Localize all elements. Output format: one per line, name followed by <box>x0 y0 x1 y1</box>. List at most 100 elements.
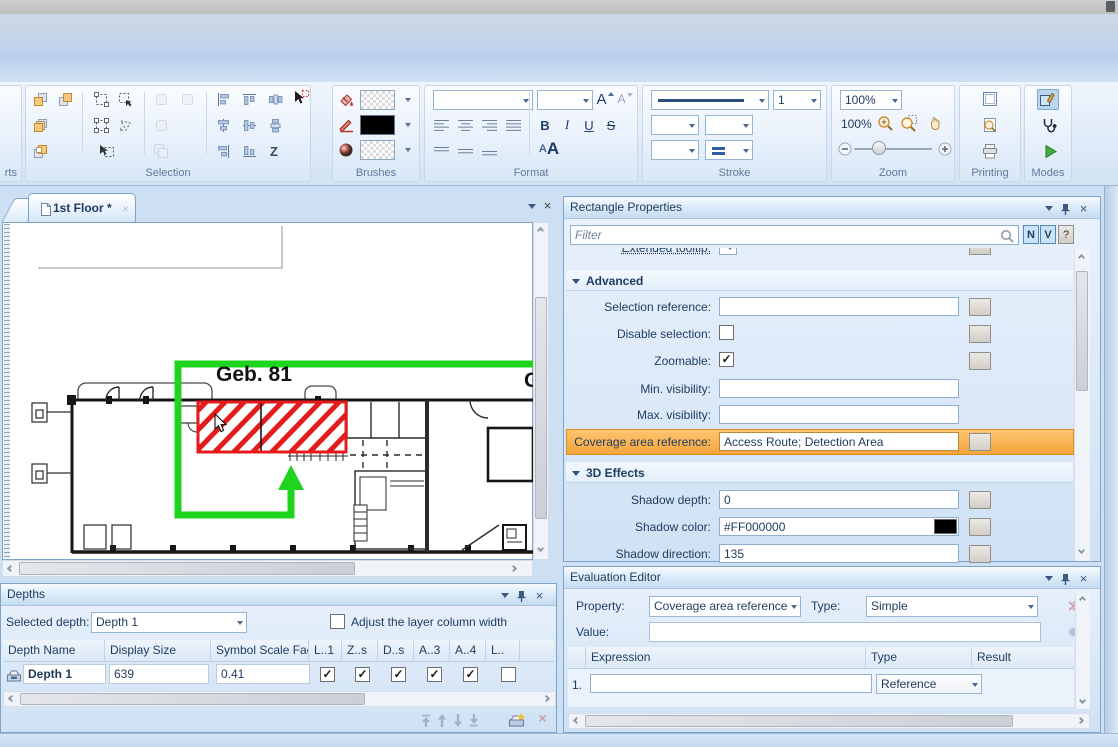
column-header[interactable]: A..3 <box>414 640 450 662</box>
column-header[interactable]: Result <box>972 647 1074 669</box>
shadow-brush-icon[interactable] <box>337 141 355 159</box>
column-header[interactable]: L..1 <box>309 640 342 662</box>
column-header[interactable]: Symbol Scale Factor <box>211 640 309 662</box>
depth-table-row[interactable]: Depth 1 639 0.41 ✓ ✓ ✓ ✓ ✓ <box>3 664 556 686</box>
shadow-direction-input[interactable] <box>719 544 959 563</box>
shadow-color-input[interactable] <box>719 517 959 536</box>
coverage-area-reference-input[interactable] <box>719 432 959 451</box>
scroll-left-icon[interactable] <box>574 718 581 725</box>
panel-menu-icon[interactable] <box>1041 571 1056 586</box>
section-3d-effects[interactable]: 3D Effects <box>566 462 1073 483</box>
column-header[interactable]: Z..s <box>342 640 378 662</box>
align-text-bottom-icon[interactable] <box>481 142 499 160</box>
close-icon[interactable]: × <box>532 588 547 603</box>
scroll-down-icon[interactable] <box>1080 698 1087 705</box>
bold-button[interactable]: B <box>535 116 555 134</box>
grow-font-icon[interactable]: A <box>595 90 615 108</box>
property-edit-button[interactable] <box>969 491 991 509</box>
print-preview-icon[interactable] <box>981 116 999 134</box>
zoom-level-combo[interactable]: 100% <box>840 90 902 110</box>
stroke-start-cap-combo[interactable] <box>651 115 699 135</box>
add-depth-icon[interactable] <box>507 711 525 729</box>
tab-1st-floor[interactable]: 1st Floor * × <box>28 193 136 222</box>
align-bottom-icon[interactable] <box>240 142 258 160</box>
canvas-hscrollbar-thumb[interactable] <box>19 562 355 575</box>
zoom-in-icon[interactable] <box>876 114 894 132</box>
close-icon[interactable]: × <box>1076 571 1091 586</box>
pan-hand-icon[interactable] <box>926 114 944 132</box>
line-brush-dropdown-icon[interactable] <box>399 117 417 135</box>
tab-close-icon[interactable]: × <box>118 201 133 216</box>
regroup-icon[interactable] <box>152 116 170 134</box>
scroll-left-icon[interactable] <box>9 696 16 703</box>
fill-brush-icon[interactable] <box>337 91 355 109</box>
align-text-top-icon[interactable] <box>433 142 451 160</box>
evaluation-vscrollbar[interactable] <box>1075 593 1090 709</box>
align-center-vertical-icon[interactable] <box>214 116 232 134</box>
bring-forward-icon[interactable] <box>31 116 49 134</box>
zoom-slider-thumb[interactable] <box>872 141 886 155</box>
scroll-up-icon[interactable] <box>538 228 545 235</box>
distribute-vertical-icon[interactable] <box>266 116 284 134</box>
design-mode-button[interactable] <box>1037 89 1059 110</box>
bring-to-front-icon[interactable] <box>31 90 49 108</box>
column-header[interactable]: D..s <box>378 640 414 662</box>
type-selector-combo[interactable]: Simple <box>866 596 1038 617</box>
column-header[interactable]: Type <box>866 647 972 669</box>
align-text-center-icon[interactable] <box>457 116 475 134</box>
column-header[interactable]: Expression <box>586 647 866 669</box>
property-edit-button[interactable] <box>969 352 991 370</box>
column-header[interactable]: L.. <box>486 640 520 662</box>
property-edit-button[interactable] <box>969 298 991 316</box>
stroke-style-combo[interactable] <box>651 90 769 110</box>
zoom-selection-icon[interactable] <box>899 114 917 132</box>
scroll-down-icon[interactable] <box>1079 548 1086 555</box>
diagnostics-mode-icon[interactable] <box>1040 116 1058 134</box>
property-edit-button[interactable] <box>969 545 991 563</box>
depths-hscrollbar-thumb[interactable] <box>20 693 365 705</box>
print-icon[interactable] <box>981 142 999 160</box>
align-center-horizontal-icon[interactable] <box>240 116 258 134</box>
expression-input[interactable] <box>590 674 872 693</box>
scroll-left-icon[interactable] <box>8 566 15 573</box>
zoomable-checkbox[interactable]: ✓ <box>719 352 734 367</box>
font-dialog-icon[interactable]: AA <box>535 140 563 158</box>
align-top-icon[interactable] <box>240 90 258 108</box>
shrink-font-icon[interactable]: A <box>615 90 635 108</box>
move-bottom-icon[interactable] <box>465 711 483 729</box>
zoom-in-slider-icon[interactable] <box>936 140 954 158</box>
symbol-scale-factor-cell[interactable]: 0.41 <box>216 664 310 684</box>
property-edit-button[interactable] <box>969 518 991 536</box>
max-visibility-input[interactable] <box>719 405 959 424</box>
close-icon[interactable]: × <box>1076 201 1091 216</box>
send-to-back-icon[interactable] <box>56 90 74 108</box>
layer-checkbox[interactable]: ✓ <box>427 667 442 682</box>
filter-input[interactable] <box>570 225 1019 245</box>
property-selector-combo[interactable]: Coverage area reference <box>649 596 801 617</box>
value-input[interactable] <box>649 622 1041 642</box>
column-header[interactable]: Depth Name <box>3 640 105 662</box>
strikethrough-button[interactable]: S <box>601 116 621 134</box>
panel-menu-icon[interactable] <box>1041 201 1056 216</box>
font-family-combo[interactable] <box>433 90 533 110</box>
align-right-icon[interactable] <box>214 142 232 160</box>
page-setup-icon[interactable] <box>981 90 999 108</box>
stroke-end-cap-combo[interactable] <box>705 115 753 135</box>
search-icon[interactable] <box>998 227 1016 245</box>
expression-type-combo[interactable]: Reference <box>876 674 982 694</box>
document-close-icon[interactable]: × <box>540 198 555 213</box>
filter-name-button[interactable]: N <box>1023 225 1039 244</box>
evaluation-hscrollbar-thumb[interactable] <box>585 715 1013 727</box>
scroll-up-icon[interactable] <box>1079 255 1086 262</box>
underline-button[interactable]: U <box>579 116 599 134</box>
pin-icon[interactable] <box>1058 201 1073 216</box>
min-visibility-input[interactable] <box>719 379 959 398</box>
justify-text-icon[interactable] <box>505 116 523 134</box>
align-text-right-icon[interactable] <box>481 116 499 134</box>
line-brush-icon[interactable] <box>337 116 355 134</box>
disable-selection-checkbox[interactable] <box>719 325 734 340</box>
help-button[interactable]: ? <box>1058 225 1074 244</box>
zoom-out-slider-icon[interactable] <box>836 140 854 158</box>
shadow-color-swatch[interactable] <box>934 519 957 534</box>
pin-icon[interactable] <box>1058 571 1073 586</box>
